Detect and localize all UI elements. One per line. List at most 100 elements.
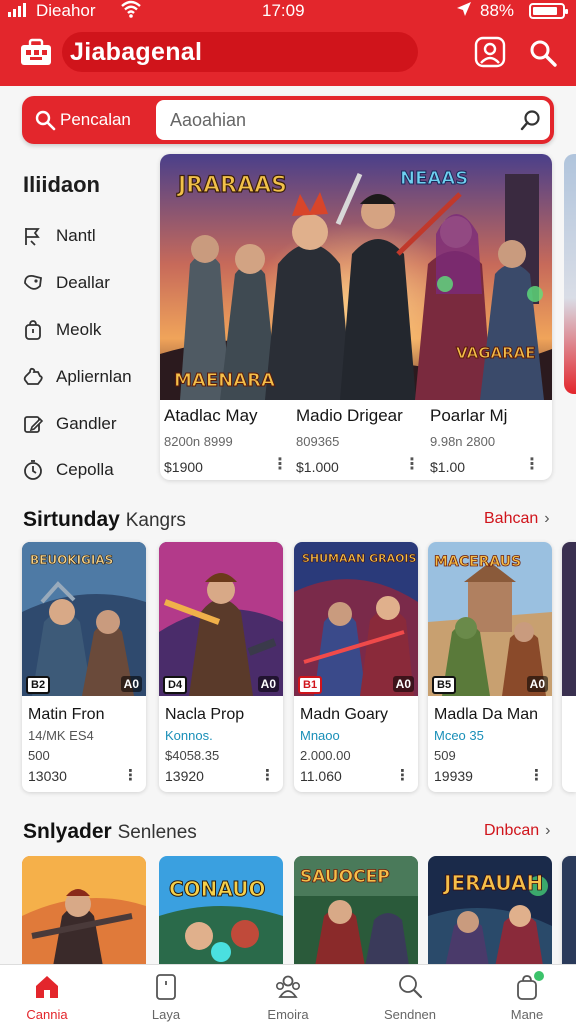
- rating-badge: A0: [526, 676, 548, 692]
- game-name: Matin Fron: [28, 706, 105, 723]
- more-options-icon[interactable]: ⋮: [272, 454, 288, 474]
- chevron-right-icon: ›: [544, 510, 550, 527]
- game-cover-image: BEUOKIGIAS: [22, 542, 146, 696]
- more-options-icon[interactable]: ⋮: [404, 454, 420, 474]
- tab-label: Cannia: [26, 1007, 68, 1022]
- item-name: Atadlac May: [164, 406, 258, 425]
- see-all-link[interactable]: Dnbcan ›: [484, 822, 550, 840]
- game-subtitle: 14/MK ES4: [28, 728, 94, 743]
- more-options-icon[interactable]: ⋮: [260, 766, 275, 784]
- game-card[interactable]: SAUOCEP: [294, 856, 418, 972]
- people-icon: [275, 975, 300, 998]
- magnifier-icon[interactable]: [520, 109, 542, 131]
- game-meta: 500: [28, 748, 50, 763]
- sidebar-item-gandler[interactable]: Gandler: [22, 409, 152, 439]
- bag-icon: [25, 320, 41, 340]
- search-icon[interactable]: [528, 38, 558, 68]
- featured-item[interactable]: Atadlac May 8200n 8999 $1900 ⋮: [164, 406, 292, 475]
- platform-badge: B2: [26, 676, 51, 694]
- game-price: 19939: [434, 768, 473, 784]
- game-cover-image: SAUOCEP: [294, 856, 418, 972]
- banner-caption-left: MAENARA: [174, 370, 275, 391]
- game-card[interactable]: MACERAUS B5 A0 Madla Da Man Mceo 35 509 …: [428, 542, 552, 792]
- sidebar-item-label: Cepolla: [56, 460, 114, 479]
- game-meta: $4058.35: [165, 748, 220, 763]
- tab-label: Mane: [510, 1007, 544, 1022]
- game-card[interactable]: [22, 856, 146, 972]
- game-name: Madn Goary: [300, 706, 389, 723]
- game-card-peek[interactable]: [562, 542, 576, 792]
- tab-sendnen[interactable]: Sendnen: [365, 973, 455, 1022]
- game-name: Nacla Prop: [165, 706, 245, 723]
- sidebar-item-cepolla[interactable]: Cepolla: [22, 455, 152, 485]
- featured-item[interactable]: Madio Drigear 809365 $1.000 ⋮: [296, 406, 424, 475]
- clock: 17:09: [262, 1, 305, 20]
- status-bar: Dieahor 17:09 88%: [0, 0, 576, 24]
- location-arrow-icon: [455, 0, 473, 23]
- search-bar: Pencalan: [22, 96, 554, 144]
- notification-dot: [534, 971, 544, 981]
- game-cover-image: [22, 856, 146, 972]
- game-price: 13030: [28, 768, 67, 784]
- battery-percent: 88%: [480, 1, 515, 20]
- featured-card[interactable]: JRARAAS NEAAS MAENARA VAGARAE Atadlac Ma…: [160, 154, 552, 480]
- next-banner-peek[interactable]: [564, 154, 576, 394]
- tab-laya[interactable]: Laya: [121, 973, 211, 1022]
- more-options-icon[interactable]: ⋮: [529, 766, 544, 784]
- game-cover-image: JERAUAH: [428, 856, 552, 972]
- game-card[interactable]: BEUOKIGIAS B2 A0 Matin Fron 14/MK ES4 50…: [22, 542, 146, 792]
- game-card[interactable]: D4 A0 Nacla Prop Konnos. $4058.35 13920 …: [159, 542, 283, 792]
- profile-icon[interactable]: [474, 36, 506, 68]
- sidebar-item-nantl[interactable]: Nantl: [22, 221, 152, 251]
- search-input[interactable]: [156, 100, 550, 140]
- platform-badge: D4: [163, 676, 188, 694]
- more-options-icon[interactable]: ⋮: [395, 766, 410, 784]
- search-icon[interactable]: [34, 109, 56, 131]
- item-name: Poarlar Mj: [430, 406, 508, 425]
- tab-home[interactable]: Cannia: [2, 973, 92, 1022]
- sidebar-item-meolk[interactable]: Meolk: [22, 315, 152, 345]
- see-all-link[interactable]: Bahcan ›: [484, 510, 550, 528]
- game-subtitle: Mceo 35: [434, 728, 484, 743]
- banner-caption-right: VAGARAE: [456, 344, 536, 362]
- phone-icon: [156, 974, 176, 1000]
- game-name: Madla Da Man: [434, 706, 539, 723]
- sidebar-item-deallar[interactable]: Deallar: [22, 268, 152, 298]
- edit-icon: [24, 416, 44, 433]
- tab-label: Emoira: [267, 1007, 309, 1022]
- section-title: Snlyader Senlenes: [23, 820, 197, 844]
- item-subtitle: 8200n 8999: [164, 434, 233, 449]
- game-card[interactable]: CONAUO: [159, 856, 283, 972]
- app-header: Dieahor 17:09 88% Jiabagenal: [0, 0, 576, 86]
- banner-title-left: JRARAAS: [176, 173, 287, 198]
- game-cover-image: CONAUO: [159, 856, 283, 972]
- app-title: Jiabagenal: [70, 38, 203, 66]
- game-price: 11.060: [300, 768, 342, 784]
- item-subtitle: 809365: [296, 434, 340, 449]
- battery-icon: [529, 3, 568, 19]
- puzzle-icon: [23, 367, 43, 385]
- section-title-main: Snlyader: [23, 820, 112, 843]
- tab-emoira[interactable]: Emoira: [243, 973, 333, 1022]
- home-icon: [36, 976, 58, 998]
- game-cover-image: SHUMAAN GRAOIS: [294, 542, 418, 696]
- flag-icon: [25, 228, 40, 246]
- game-card-peek[interactable]: [562, 856, 576, 972]
- more-options-icon[interactable]: ⋮: [524, 454, 540, 474]
- item-subtitle: 9.98n 2800: [430, 434, 496, 449]
- game-card[interactable]: JERAUAH: [428, 856, 552, 972]
- game-meta: 509: [434, 748, 456, 763]
- tab-label: Sendnen: [383, 1007, 437, 1022]
- more-options-icon[interactable]: ⋮: [123, 766, 138, 784]
- game-meta: 2.000.00: [300, 748, 351, 763]
- featured-item[interactable]: Poarlar Mj 9.98n 2800 $1.00 ⋮: [430, 406, 548, 475]
- sidebar-item-apliernlan[interactable]: Apliernlan: [22, 362, 152, 392]
- game-subtitle: Mnaoo: [300, 728, 340, 743]
- sidebar-item-label: Deallar: [56, 273, 110, 292]
- tab-mane[interactable]: Mane: [482, 971, 572, 1022]
- item-name: Madio Drigear: [296, 406, 403, 425]
- sidebar-item-label: Apliernlan: [56, 367, 132, 386]
- sidebar-item-label: Gandler: [56, 414, 117, 433]
- chevron-right-icon: ›: [545, 822, 551, 839]
- game-card[interactable]: SHUMAAN GRAOIS B1 A0 Madn Goary Mnaoo 2.…: [294, 542, 418, 792]
